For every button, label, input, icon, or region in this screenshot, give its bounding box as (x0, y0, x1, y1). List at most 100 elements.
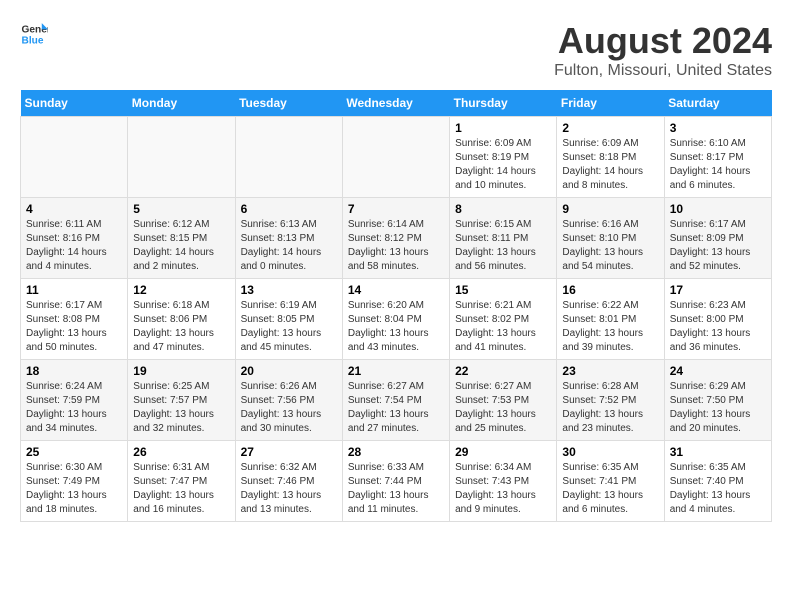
calendar-cell (342, 117, 449, 198)
day-info: Sunrise: 6:23 AM Sunset: 8:00 PM Dayligh… (670, 299, 766, 355)
day-info: Sunrise: 6:29 AM Sunset: 7:50 PM Dayligh… (670, 380, 766, 436)
day-info: Sunrise: 6:35 AM Sunset: 7:40 PM Dayligh… (670, 461, 766, 517)
day-info: Sunrise: 6:13 AM Sunset: 8:13 PM Dayligh… (241, 218, 337, 274)
calendar-cell: 22 Sunrise: 6:27 AM Sunset: 7:53 PM Dayli… (450, 360, 557, 441)
day-info: Sunrise: 6:21 AM Sunset: 8:02 PM Dayligh… (455, 299, 551, 355)
calendar-cell (235, 117, 342, 198)
week-row-2: 4 Sunrise: 6:11 AM Sunset: 8:16 PM Daylig… (21, 198, 772, 279)
calendar-cell: 27 Sunrise: 6:32 AM Sunset: 7:46 PM Dayli… (235, 441, 342, 522)
day-number: 19 (133, 364, 229, 378)
header-row: SundayMondayTuesdayWednesdayThursdayFrid… (21, 90, 772, 117)
day-info: Sunrise: 6:27 AM Sunset: 7:54 PM Dayligh… (348, 380, 444, 436)
day-info: Sunrise: 6:33 AM Sunset: 7:44 PM Dayligh… (348, 461, 444, 517)
calendar-cell: 7 Sunrise: 6:14 AM Sunset: 8:12 PM Daylig… (342, 198, 449, 279)
main-title: August 2024 (554, 20, 772, 62)
calendar-cell: 17 Sunrise: 6:23 AM Sunset: 8:00 PM Dayli… (664, 279, 771, 360)
day-number: 4 (26, 202, 122, 216)
calendar-cell: 15Sunrise: 6:21 AM Sunset: 8:02 PM Dayli… (450, 279, 557, 360)
day-number: 26 (133, 445, 229, 459)
day-info: Sunrise: 6:20 AM Sunset: 8:04 PM Dayligh… (348, 299, 444, 355)
day-info: Sunrise: 6:31 AM Sunset: 7:47 PM Dayligh… (133, 461, 229, 517)
calendar-cell: 26 Sunrise: 6:31 AM Sunset: 7:47 PM Dayli… (128, 441, 235, 522)
column-header-sunday: Sunday (21, 90, 128, 117)
day-info: Sunrise: 6:10 AM Sunset: 8:17 PM Dayligh… (670, 137, 766, 193)
day-number: 8 (455, 202, 551, 216)
day-info: Sunrise: 6:12 AM Sunset: 8:15 PM Dayligh… (133, 218, 229, 274)
day-number: 30 (562, 445, 658, 459)
calendar-cell: 9 Sunrise: 6:16 AM Sunset: 8:10 PM Daylig… (557, 198, 664, 279)
day-info: Sunrise: 6:14 AM Sunset: 8:12 PM Dayligh… (348, 218, 444, 274)
day-number: 24 (670, 364, 766, 378)
day-number: 5 (133, 202, 229, 216)
calendar-cell: 31 Sunrise: 6:35 AM Sunset: 7:40 PM Dayli… (664, 441, 771, 522)
day-info: Sunrise: 6:27 AM Sunset: 7:53 PM Dayligh… (455, 380, 551, 436)
calendar-cell: 30Sunrise: 6:35 AM Sunset: 7:41 PM Dayli… (557, 441, 664, 522)
calendar-cell: 4 Sunrise: 6:11 AM Sunset: 8:16 PM Daylig… (21, 198, 128, 279)
day-info: Sunrise: 6:24 AM Sunset: 7:59 PM Dayligh… (26, 380, 122, 436)
day-number: 23 (562, 364, 658, 378)
day-info: Sunrise: 6:09 AM Sunset: 8:18 PM Dayligh… (562, 137, 658, 193)
day-info: Sunrise: 6:15 AM Sunset: 8:11 PM Dayligh… (455, 218, 551, 274)
day-number: 17 (670, 283, 766, 297)
day-number: 14 (348, 283, 444, 297)
day-number: 7 (348, 202, 444, 216)
week-row-5: 25 Sunrise: 6:30 AM Sunset: 7:49 PM Dayli… (21, 441, 772, 522)
day-info: Sunrise: 6:26 AM Sunset: 7:56 PM Dayligh… (241, 380, 337, 436)
column-header-tuesday: Tuesday (235, 90, 342, 117)
calendar-body: 1 Sunrise: 6:09 AM Sunset: 8:19 PM Daylig… (21, 117, 772, 522)
day-info: Sunrise: 6:16 AM Sunset: 8:10 PM Dayligh… (562, 218, 658, 274)
day-number: 22 (455, 364, 551, 378)
calendar-cell: 28 Sunrise: 6:33 AM Sunset: 7:44 PM Dayli… (342, 441, 449, 522)
page-header: General Blue August 2024 Fulton, Missour… (20, 20, 772, 80)
day-number: 21 (348, 364, 444, 378)
calendar-cell: 25 Sunrise: 6:30 AM Sunset: 7:49 PM Dayli… (21, 441, 128, 522)
calendar-cell: 20 Sunrise: 6:26 AM Sunset: 7:56 PM Dayli… (235, 360, 342, 441)
day-info: Sunrise: 6:28 AM Sunset: 7:52 PM Dayligh… (562, 380, 658, 436)
day-number: 2 (562, 121, 658, 135)
calendar-cell: 23 Sunrise: 6:28 AM Sunset: 7:52 PM Dayli… (557, 360, 664, 441)
calendar-cell (128, 117, 235, 198)
calendar-cell: 13 Sunrise: 6:19 AM Sunset: 8:05 PM Dayli… (235, 279, 342, 360)
day-number: 28 (348, 445, 444, 459)
day-number: 16 (562, 283, 658, 297)
week-row-1: 1 Sunrise: 6:09 AM Sunset: 8:19 PM Daylig… (21, 117, 772, 198)
day-number: 9 (562, 202, 658, 216)
day-number: 27 (241, 445, 337, 459)
day-number: 13 (241, 283, 337, 297)
calendar-cell: 5 Sunrise: 6:12 AM Sunset: 8:15 PM Daylig… (128, 198, 235, 279)
day-info: Sunrise: 6:18 AM Sunset: 8:06 PM Dayligh… (133, 299, 229, 355)
subtitle: Fulton, Missouri, United States (554, 62, 772, 80)
column-header-saturday: Saturday (664, 90, 771, 117)
calendar-cell: 6Sunrise: 6:13 AM Sunset: 8:13 PM Daylig… (235, 198, 342, 279)
day-info: Sunrise: 6:09 AM Sunset: 8:19 PM Dayligh… (455, 137, 551, 193)
day-number: 3 (670, 121, 766, 135)
day-info: Sunrise: 6:11 AM Sunset: 8:16 PM Dayligh… (26, 218, 122, 274)
day-number: 12 (133, 283, 229, 297)
calendar-cell: 10 Sunrise: 6:17 AM Sunset: 8:09 PM Dayli… (664, 198, 771, 279)
title-block: August 2024 Fulton, Missouri, United Sta… (554, 20, 772, 80)
calendar-cell: 29Sunrise: 6:34 AM Sunset: 7:43 PM Dayli… (450, 441, 557, 522)
day-info: Sunrise: 6:17 AM Sunset: 8:09 PM Dayligh… (670, 218, 766, 274)
day-info: Sunrise: 6:32 AM Sunset: 7:46 PM Dayligh… (241, 461, 337, 517)
logo-icon: General Blue (20, 20, 48, 48)
week-row-3: 11Sunrise: 6:17 AM Sunset: 8:08 PM Dayli… (21, 279, 772, 360)
calendar-cell: 16Sunrise: 6:22 AM Sunset: 8:01 PM Dayli… (557, 279, 664, 360)
column-header-wednesday: Wednesday (342, 90, 449, 117)
day-number: 20 (241, 364, 337, 378)
day-info: Sunrise: 6:17 AM Sunset: 8:08 PM Dayligh… (26, 299, 122, 355)
day-info: Sunrise: 6:25 AM Sunset: 7:57 PM Dayligh… (133, 380, 229, 436)
day-number: 25 (26, 445, 122, 459)
calendar-cell: 2 Sunrise: 6:09 AM Sunset: 8:18 PM Daylig… (557, 117, 664, 198)
week-row-4: 18Sunrise: 6:24 AM Sunset: 7:59 PM Dayli… (21, 360, 772, 441)
calendar-cell: 11Sunrise: 6:17 AM Sunset: 8:08 PM Dayli… (21, 279, 128, 360)
calendar-cell: 24 Sunrise: 6:29 AM Sunset: 7:50 PM Dayli… (664, 360, 771, 441)
day-number: 10 (670, 202, 766, 216)
calendar-cell (21, 117, 128, 198)
day-number: 1 (455, 121, 551, 135)
day-info: Sunrise: 6:30 AM Sunset: 7:49 PM Dayligh… (26, 461, 122, 517)
calendar-cell: 21 Sunrise: 6:27 AM Sunset: 7:54 PM Dayli… (342, 360, 449, 441)
day-info: Sunrise: 6:19 AM Sunset: 8:05 PM Dayligh… (241, 299, 337, 355)
day-number: 31 (670, 445, 766, 459)
calendar-cell: 19 Sunrise: 6:25 AM Sunset: 7:57 PM Dayli… (128, 360, 235, 441)
day-number: 29 (455, 445, 551, 459)
